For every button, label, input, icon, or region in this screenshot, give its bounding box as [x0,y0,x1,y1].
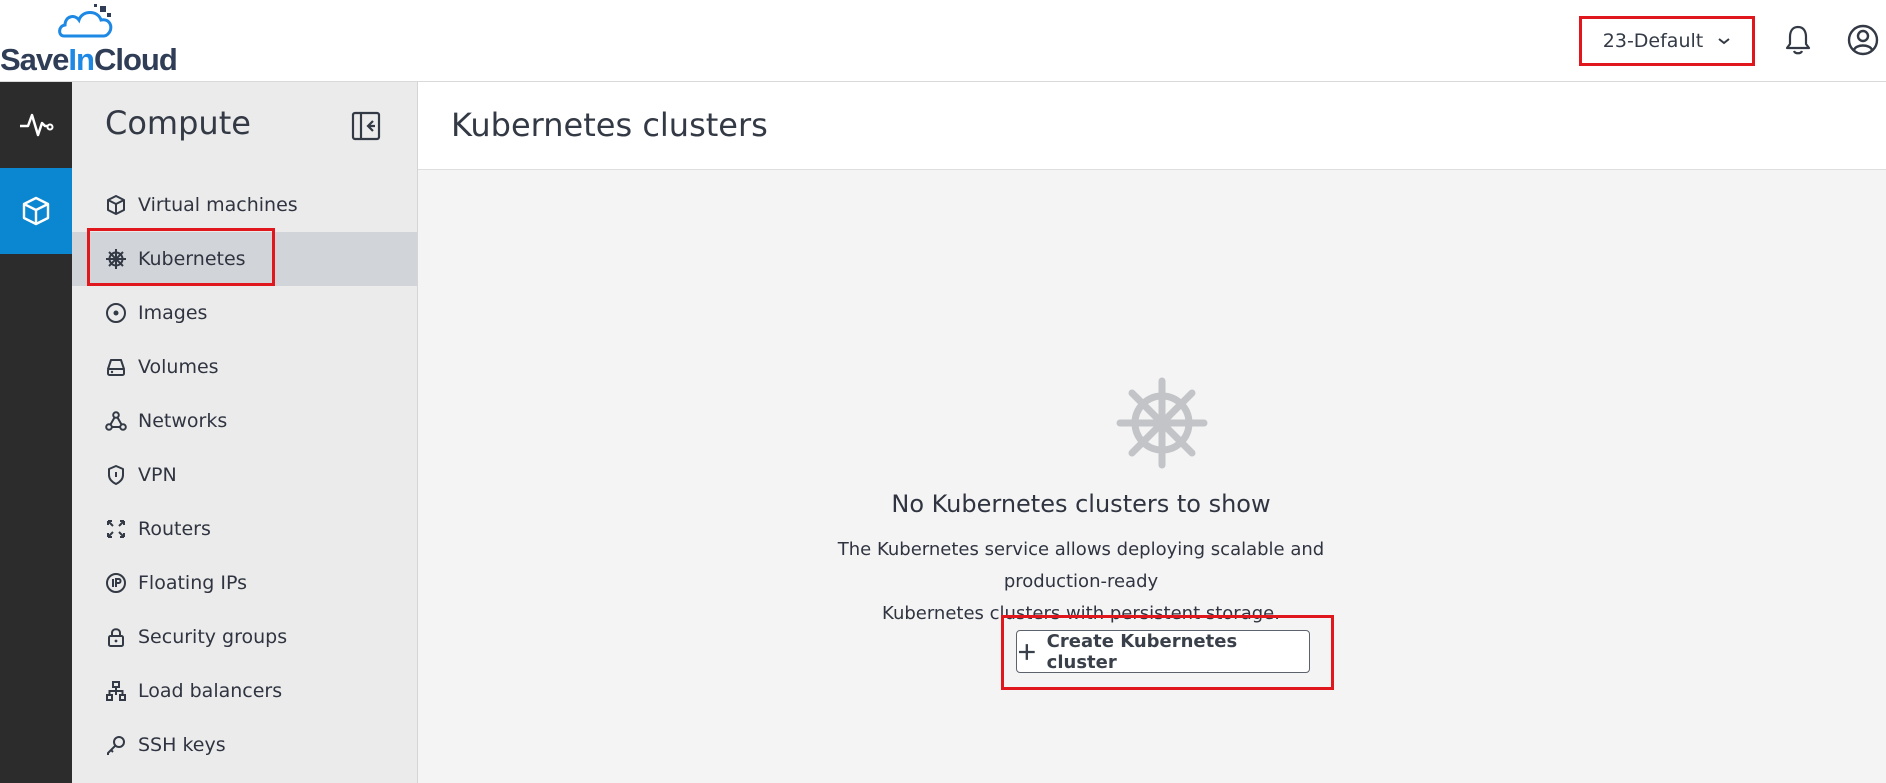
highlight-box [87,228,275,286]
rail-item-monitoring[interactable] [0,82,72,168]
compute-nav: Virtual machines Kubernetes Images Volum… [72,178,417,772]
collapse-panel-icon [351,111,381,141]
arrows-icon [104,517,128,541]
sidebar-item-label: Virtual machines [138,194,298,216]
sidebar-title: Compute [105,104,251,142]
bell-icon [1785,25,1811,55]
project-selector-label: 23-Default [1602,30,1704,52]
empty-state: No Kubernetes clusters to show The Kuber… [418,170,1886,783]
rail-item-compute[interactable] [0,168,72,254]
notifications-button[interactable] [1778,20,1818,60]
page-title: Kubernetes clusters [451,106,768,144]
sidebar-item-label: Floating IPs [138,572,247,594]
lock-icon [104,625,128,649]
sidebar-item-label: Load balancers [138,680,283,702]
user-circle-icon [1847,24,1879,56]
sidebar-item-vpn[interactable]: VPN [72,448,417,502]
saveincloud-logo[interactable]: SaveInCloud [0,4,200,77]
helm-icon [1114,375,1210,475]
sidebar-item-label: Routers [138,518,211,540]
collapse-sidebar-button[interactable] [350,110,382,142]
create-kubernetes-cluster-button[interactable]: Create Kubernetes cluster [1016,630,1310,673]
sidebar: Compute Virtual machines Kubernetes Imag… [72,82,418,783]
network-icon [104,409,128,433]
empty-state-title: No Kubernetes clusters to show [891,490,1271,518]
sidebar-item-networks[interactable]: Networks [72,394,417,448]
cube-icon [22,196,50,226]
main-header: Kubernetes clusters [418,82,1886,170]
plus-icon [1018,643,1035,660]
empty-state-description-line: The Kubernetes service allows deploying … [837,539,1325,592]
user-menu-button[interactable] [1843,20,1883,60]
top-bar: SaveInCloud 23-Default [0,0,1886,82]
sidebar-header: Compute [72,82,417,169]
project-selector[interactable]: 23-Default [1579,16,1755,66]
sidebar-item-label: VPN [138,464,177,486]
sidebar-item-floating-ips[interactable]: Floating IPs [72,556,417,610]
hard-drive-icon [104,355,128,379]
sidebar-item-routers[interactable]: Routers [72,502,417,556]
sidebar-item-label: Security groups [138,626,288,648]
key-icon [104,733,128,757]
create-button-label: Create Kubernetes cluster [1046,630,1238,673]
sidebar-item-images[interactable]: Images [72,286,417,340]
app-rail [0,82,72,783]
ip-icon [104,571,128,595]
sidebar-item-volumes[interactable]: Volumes [72,340,417,394]
sidebar-item-label: Images [138,302,208,324]
shield-icon [104,463,128,487]
hierarchy-icon [104,679,128,703]
sidebar-item-load-balancers[interactable]: Load balancers [72,664,417,718]
logo-text: SaveInCloud [0,42,178,77]
sidebar-item-kubernetes[interactable]: Kubernetes [72,228,417,286]
sidebar-item-label: Networks [138,410,228,432]
sidebar-item-virtual-machines[interactable]: Virtual machines [72,178,417,232]
cube-icon [104,193,128,217]
disc-icon [104,301,128,325]
sidebar-item-label: Volumes [138,356,219,378]
sidebar-item-label: SSH keys [138,734,226,756]
sidebar-item-security-groups[interactable]: Security groups [72,610,417,664]
chevron-down-icon [1718,38,1730,45]
cloud-icon [58,4,113,38]
activity-icon [20,113,54,137]
sidebar-item-ssh-keys[interactable]: SSH keys [72,718,417,772]
